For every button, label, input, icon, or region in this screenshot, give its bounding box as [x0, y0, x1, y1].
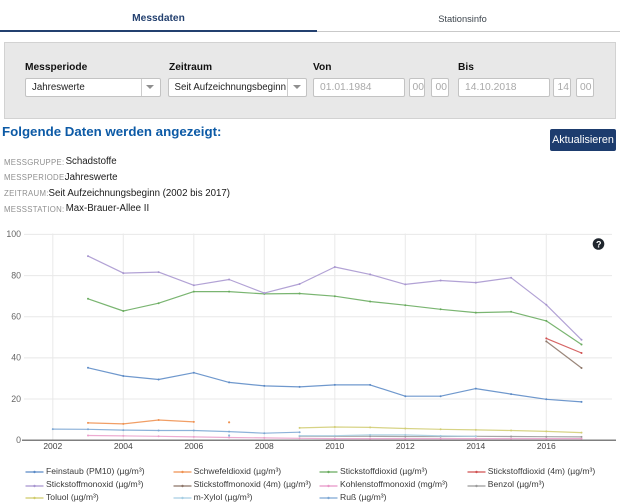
svg-text:40: 40: [11, 353, 21, 363]
svg-text:0: 0: [16, 435, 21, 445]
svg-text:2006: 2006: [184, 441, 203, 451]
svg-text:2010: 2010: [325, 441, 344, 451]
svg-text:2016: 2016: [537, 441, 556, 451]
svg-text:20: 20: [11, 394, 21, 404]
svg-text:?: ?: [596, 239, 602, 249]
svg-text:2014: 2014: [466, 441, 485, 451]
svg-text:2004: 2004: [114, 441, 133, 451]
svg-text:2008: 2008: [255, 441, 274, 451]
svg-text:80: 80: [11, 270, 21, 280]
svg-text:60: 60: [11, 312, 21, 322]
svg-text:100: 100: [6, 229, 21, 239]
svg-text:2012: 2012: [396, 441, 415, 451]
svg-text:2002: 2002: [43, 441, 62, 451]
